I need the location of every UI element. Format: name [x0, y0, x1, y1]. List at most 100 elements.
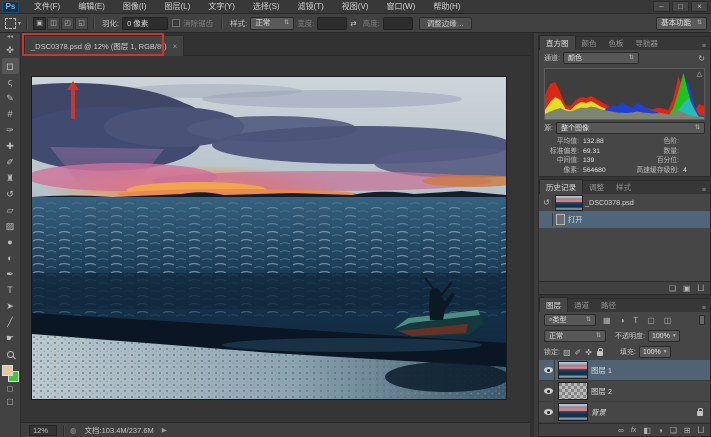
layers-tab-1[interactable]: 图层 — [539, 297, 568, 312]
filter-type-icon[interactable]: T — [633, 316, 638, 325]
type-tool-icon[interactable]: T — [2, 282, 19, 298]
tab-close-icon[interactable]: × — [173, 42, 178, 51]
layers-panel-menu-icon[interactable]: ≡ — [702, 305, 710, 312]
move-tool-icon[interactable]: ✜ — [2, 42, 19, 58]
menu-item-8[interactable]: 视图(V) — [333, 0, 378, 14]
new-selection-mode-button[interactable]: ▣ — [33, 17, 46, 30]
gradient-tool-icon[interactable]: ▨ — [2, 218, 19, 234]
path-selection-tool-icon[interactable]: ➤ — [2, 298, 19, 314]
opacity-field[interactable]: 100%▾ — [648, 330, 680, 342]
layer-thumbnail[interactable] — [559, 362, 587, 378]
tool-preset-picker[interactable]: ▾ — [5, 18, 21, 29]
layer-row-2[interactable]: 图层 2 — [539, 381, 710, 402]
history-brush-source-well[interactable]: ↺ — [541, 196, 553, 209]
quick-mask-button[interactable]: ◻ — [2, 382, 19, 395]
layers-tab-2[interactable]: 通道 — [568, 298, 595, 312]
histogram-tab-2[interactable]: 颜色 — [576, 36, 603, 50]
history-state-2[interactable]: 打开 — [539, 211, 710, 228]
screen-mode-button[interactable]: ▢ — [2, 395, 19, 408]
menu-item-3[interactable]: 图像(I) — [114, 0, 156, 14]
antialias-checkbox[interactable] — [172, 19, 180, 27]
menu-item-9[interactable]: 窗口(W) — [377, 0, 424, 14]
history-tab-1[interactable]: 历史记录 — [539, 179, 583, 194]
history-panel-menu-icon[interactable]: ≡ — [702, 187, 710, 194]
toolbar-collapse-button[interactable]: ◂◂ — [7, 33, 13, 42]
rect-marquee-tool-icon[interactable]: ◻ — [2, 58, 19, 74]
source-dropdown[interactable]: 整个图像⇅ — [556, 122, 705, 134]
uncached-refresh-icon[interactable]: ↻ — [698, 54, 705, 63]
subtract-selection-mode-button[interactable]: ◰ — [61, 17, 74, 30]
close-button[interactable]: × — [691, 1, 708, 12]
history-brush-tool-icon[interactable]: ↺ — [2, 186, 19, 202]
new-snapshot-icon[interactable]: ▣ — [683, 284, 691, 293]
brush-tool-icon[interactable]: ✐ — [2, 154, 19, 170]
spot-healing-tool-icon[interactable]: ✚ — [2, 138, 19, 154]
lock-all-icon[interactable] — [597, 351, 603, 356]
history-tab-2[interactable]: 调整 — [583, 180, 610, 194]
filter-smart-object-icon[interactable]: ◫ — [664, 316, 672, 325]
quick-selection-tool-icon[interactable]: ✎ — [2, 90, 19, 106]
menu-item-6[interactable]: 选择(S) — [244, 0, 289, 14]
layer-filter-dropdown[interactable]: ⌕类型⇅ — [544, 314, 596, 326]
histogram-tab-3[interactable]: 色板 — [603, 36, 630, 50]
eyedropper-tool-icon[interactable]: ✑ — [2, 122, 19, 138]
eraser-tool-icon[interactable]: ▱ — [2, 202, 19, 218]
delete-layer-icon[interactable]: ⨆ — [698, 425, 704, 435]
hand-tool-icon[interactable]: ☛ — [2, 330, 19, 346]
menu-item-1[interactable]: 文件(F) — [25, 0, 69, 14]
layer-row-1[interactable]: 图层 1 — [539, 360, 710, 381]
visibility-toggle[interactable] — [542, 381, 555, 401]
width-input[interactable] — [317, 17, 347, 30]
refine-edge-button[interactable]: 调整边缘… — [419, 17, 473, 30]
dodge-tool-icon[interactable]: ◐ — [2, 250, 19, 266]
zoom-level-field[interactable]: 12% — [29, 425, 57, 436]
channel-dropdown[interactable]: 颜色⇅ — [563, 52, 639, 64]
new-doc-from-state-icon[interactable]: ❏ — [669, 284, 676, 293]
histogram-tab-4[interactable]: 导航器 — [630, 36, 665, 50]
workspace-switcher[interactable]: 基本功能⇅ — [656, 17, 707, 30]
layer-thumbnail[interactable] — [559, 383, 587, 399]
height-input[interactable] — [383, 17, 413, 30]
blur-tool-icon[interactable]: ● — [2, 234, 19, 250]
status-expand-icon[interactable]: ▶ — [162, 426, 167, 434]
new-layer-icon[interactable]: ⊞ — [684, 426, 691, 435]
filter-shape-icon[interactable]: ▢ — [647, 316, 655, 325]
history-brush-source-well[interactable] — [541, 213, 553, 226]
fill-field[interactable]: 100%▾ — [639, 346, 671, 358]
histogram-tab-1[interactable]: 直方图 — [539, 35, 576, 50]
new-group-icon[interactable]: ❏ — [670, 426, 677, 435]
menu-item-2[interactable]: 编辑(E) — [69, 0, 114, 14]
lasso-tool-icon[interactable]: ς — [2, 74, 19, 90]
layers-tab-3[interactable]: 路径 — [595, 298, 622, 312]
minimize-button[interactable]: – — [653, 1, 670, 12]
feather-input[interactable]: 0 像素 — [122, 17, 168, 30]
filter-adjustment-icon[interactable]: ◑ — [620, 316, 625, 325]
clone-stamp-tool-icon[interactable]: ♜ — [2, 170, 19, 186]
document-image[interactable] — [32, 77, 506, 399]
layer-filter-toggle[interactable] — [699, 315, 705, 325]
histogram-panel-menu-icon[interactable]: ≡ — [702, 43, 710, 50]
visibility-toggle[interactable] — [542, 360, 555, 380]
foreground-color-swatch[interactable] — [2, 365, 13, 376]
line-tool-icon[interactable]: ╱ — [2, 314, 19, 330]
filter-pixel-icon[interactable]: ▦ — [603, 316, 611, 325]
history-state-1[interactable]: ↺_DSC0378.psd — [539, 194, 710, 211]
delete-state-icon[interactable]: ⨆ — [698, 283, 704, 293]
zoom-tool-icon[interactable] — [2, 346, 19, 362]
link-layers-icon[interactable]: ∞ — [618, 426, 624, 435]
menu-item-10[interactable]: 帮助(H) — [424, 0, 469, 14]
add-selection-mode-button[interactable]: ◫ — [47, 17, 60, 30]
intersect-selection-mode-button[interactable]: ◱ — [75, 17, 88, 30]
menu-item-4[interactable]: 图层(L) — [155, 0, 199, 14]
style-dropdown[interactable]: 正常⇅ — [250, 17, 294, 30]
swap-dimensions-icon[interactable]: ⇄ — [350, 19, 356, 28]
visibility-toggle[interactable] — [542, 402, 555, 422]
maximize-button[interactable]: □ — [672, 1, 689, 12]
crop-tool-icon[interactable]: # — [2, 106, 19, 122]
menu-item-7[interactable]: 滤镜(T) — [289, 0, 333, 14]
add-mask-icon[interactable]: ◧ — [643, 426, 651, 435]
new-adjustment-icon[interactable]: ◑ — [658, 426, 663, 435]
lock-paint-icon[interactable]: ✐ — [575, 348, 582, 357]
layer-thumbnail[interactable] — [559, 404, 587, 420]
lock-move-icon[interactable]: ✜ — [585, 348, 592, 357]
